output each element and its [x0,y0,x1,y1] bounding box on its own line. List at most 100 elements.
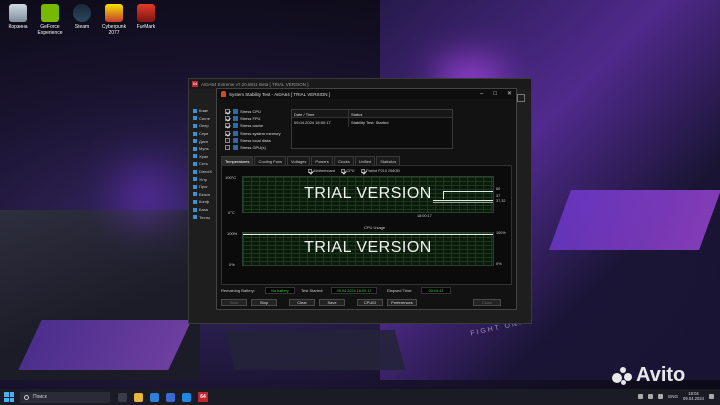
usage-y-bottom-label: 0% [229,262,235,267]
sidebar-item[interactable]: Сеть [193,160,215,168]
avito-watermark: Avito [612,364,685,387]
stress-cpu-option[interactable]: Stress CPU [225,108,289,115]
sidebar-item[interactable]: Прог [193,183,215,191]
aida64-taskbar-icon[interactable]: 64 [198,392,208,402]
save-button[interactable]: Save [319,299,345,306]
stress-gpu-option[interactable]: Stress GPU(s) [225,144,289,151]
sidebar-item[interactable]: Устр [193,175,215,183]
maximize-button[interactable]: □ [493,90,497,98]
desktop-icon-geforce[interactable]: GeForce Experience [36,4,64,36]
temp-time-label: 18:00:17 [417,214,432,218]
battery-value: No battery [265,287,295,294]
column-header[interactable]: Date / Time [292,110,349,117]
folder-icon [193,123,197,128]
start-button[interactable] [4,392,14,402]
dialog-title-bar[interactable]: System Stability Test - AIDA64 [ TRIAL V… [217,89,516,99]
desktop-icon-steam[interactable]: Steam [68,4,96,36]
chevron-up-icon[interactable] [638,393,644,399]
usage-right-top-label: 100% [496,231,506,235]
table-row[interactable]: 09.04.2024 18:00:17 Stability Test: Star… [292,118,452,127]
language-indicator[interactable]: ENG [668,394,678,399]
close-dialog-button[interactable]: Close [473,299,501,306]
desktop-icon-label: Cyberpunk 2077 [101,24,127,36]
sidebar-item[interactable]: Опер [193,122,215,130]
checkbox[interactable] [360,169,365,173]
stability-test-dialog: System Stability Test - AIDA64 [ TRIAL V… [216,88,517,310]
taskbar-search[interactable]: Поиск [20,391,110,403]
dialog-title: System Stability Test - AIDA64 [ TRIAL V… [229,91,330,97]
checkbox[interactable] [225,109,230,115]
cyberpunk-icon [105,4,123,22]
folder-icon [193,116,197,121]
desktop-icon-label: Корзина [8,24,28,30]
checkbox[interactable] [225,145,230,151]
table-cell: 09.04.2024 18:00:17 [292,118,349,127]
sidebar-item[interactable]: Хран [193,153,215,161]
stop-button[interactable]: Stop [251,299,277,306]
cpuid-button[interactable]: CPUID [357,299,383,306]
folder-icon [193,154,197,159]
preferences-button[interactable]: Preferences [387,299,417,306]
disk-icon [233,137,238,143]
memory-icon [233,130,238,136]
sidebar-item[interactable]: Комп [193,107,215,115]
sidebar-item-label: DirectX [199,169,213,175]
folder-icon [193,199,197,204]
checkbox[interactable] [225,116,230,122]
network-icon[interactable] [648,393,654,399]
avito-text: Avito [636,364,686,386]
column-header[interactable]: Status [349,110,364,117]
legend-motherboard[interactable]: Motherboard [308,169,335,173]
clear-button[interactable]: Clear [289,299,315,306]
checkbox[interactable] [341,169,346,173]
start-button[interactable]: Start [221,299,247,306]
edge-icon[interactable] [150,392,159,402]
sidebar-item[interactable]: Муль [193,145,215,153]
task-view-icon[interactable] [118,392,127,402]
sidebar-item-label: Комп [199,108,209,114]
stress-memory-option[interactable]: Stress system memory [225,130,289,137]
store-icon[interactable] [166,392,175,402]
stress-cache-option[interactable]: Stress cache [225,122,289,129]
mail-icon[interactable] [182,392,191,402]
main-window-control[interactable] [517,94,525,102]
sidebar-item-label: Конф [199,199,210,205]
checkbox[interactable] [225,123,230,129]
sidebar-item[interactable]: База [193,206,215,214]
stress-disks-option[interactable]: Stress local disks [225,137,289,144]
checkbox[interactable] [225,130,230,136]
wallpaper-shape [18,320,192,370]
temp-value-label: 37,32 [496,199,506,203]
sidebar-item[interactable]: Конф [193,198,215,206]
sidebar-item[interactable]: Тесты [193,213,215,221]
desktop-icon-furmark[interactable]: FurMark [132,4,160,36]
desktop-icon-recycle-bin[interactable]: Корзина [4,4,32,36]
sidebar-item[interactable]: Дисп [193,137,215,145]
clock[interactable]: 18:04 09.04.2024 [683,391,704,401]
desktop-icon-cyberpunk[interactable]: Cyberpunk 2077 [100,4,128,36]
table-cell: Stability Test: Started [351,120,389,125]
checkbox[interactable] [225,137,230,143]
legend-label: CPU [346,169,355,173]
sidebar-item[interactable]: Систе [193,115,215,123]
sidebar-item[interactable]: Серв [193,130,215,138]
folder-icon [193,177,197,182]
window-controls: – □ ✕ [480,90,512,98]
option-label: Stress system memory [240,130,281,136]
legend-ssd[interactable]: Patriot P210 256GB [360,169,400,173]
notifications-icon[interactable] [709,393,714,399]
cpu-icon [233,109,238,115]
volume-icon[interactable] [658,393,664,399]
desktop-icon-label: Steam [74,24,90,30]
stress-fpu-option[interactable]: Stress FPU [225,115,289,122]
minimize-button[interactable]: – [480,90,483,98]
sidebar-item[interactable]: DirectX [193,168,215,176]
legend-cpu[interactable]: CPU [341,169,355,173]
checkbox[interactable] [308,169,312,173]
close-button[interactable]: ✕ [507,90,512,98]
fpu-icon [233,116,238,122]
sidebar-item[interactable]: Безоп [193,191,215,199]
folder-icon [193,184,197,189]
file-explorer-icon[interactable] [134,392,143,402]
desktop-icons: Корзина GeForce Experience Steam Cyberpu… [4,4,160,36]
